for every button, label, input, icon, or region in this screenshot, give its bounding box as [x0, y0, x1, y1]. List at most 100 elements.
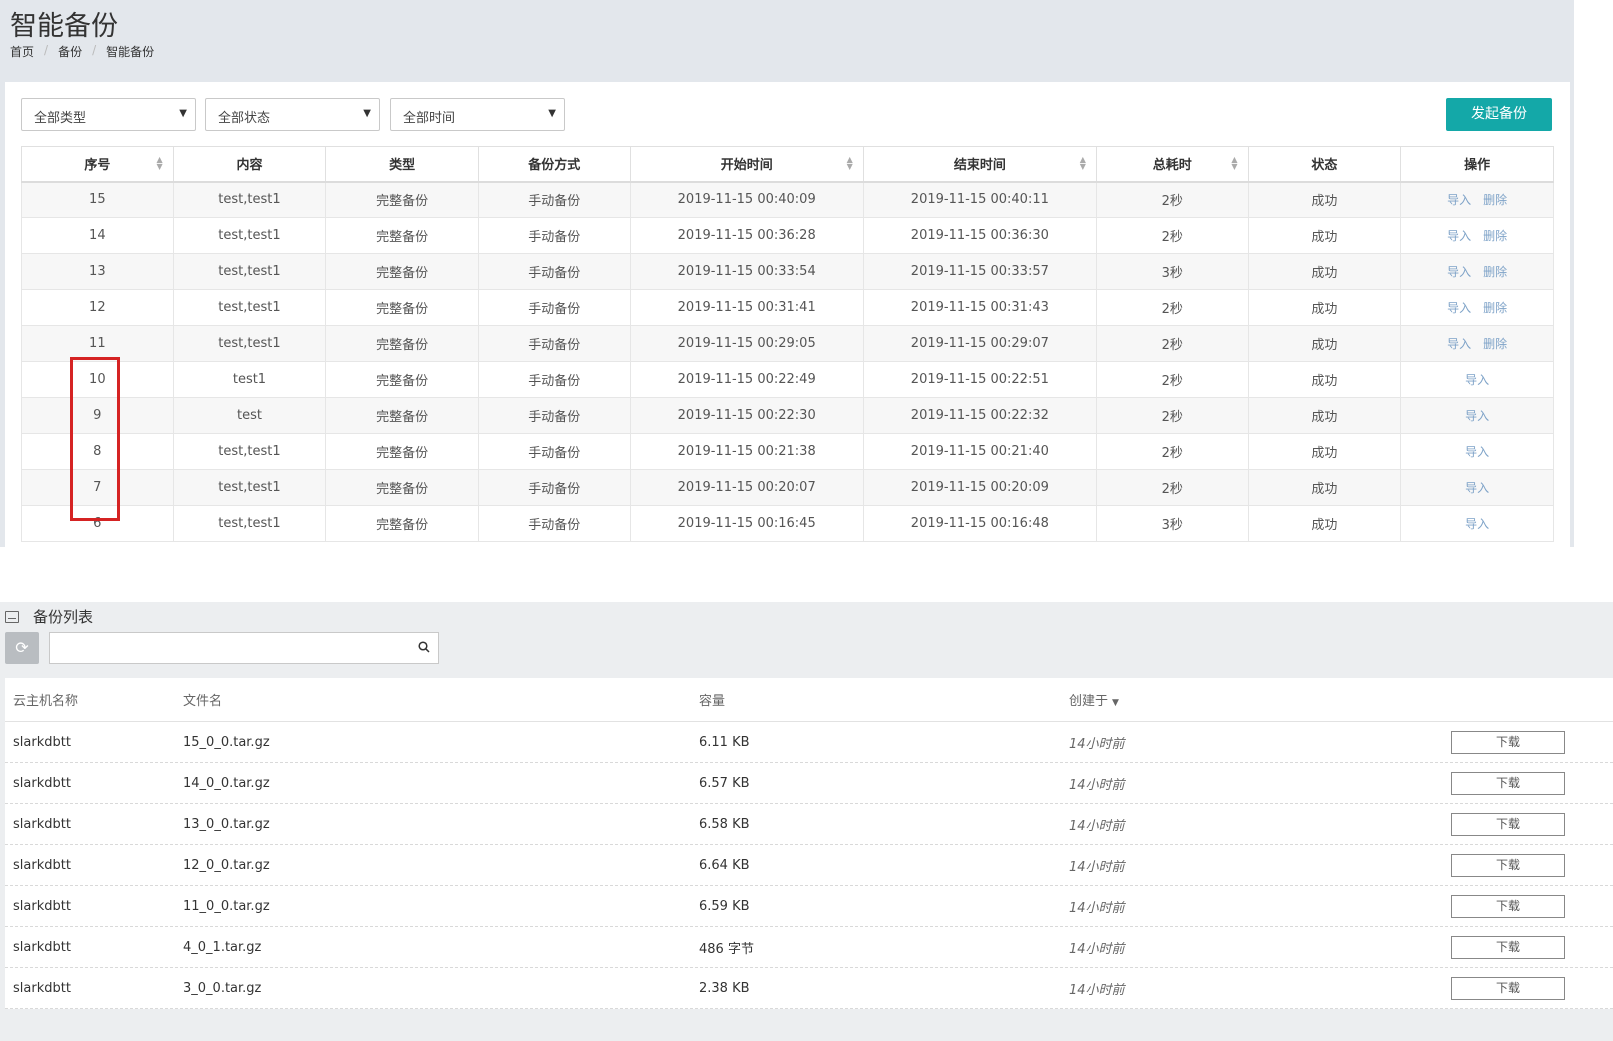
col-header-filename: 文件名	[183, 694, 223, 709]
row-type: 完整备份	[325, 181, 479, 218]
table-row: 14 test,test1 完整备份 手动备份 2019-11-15 00:36:28 2…	[21, 217, 1554, 254]
row-host: slarkdbtt	[13, 939, 71, 955]
table-row: 12 test,test1 完整备份 手动备份 2019-11-15 00:31:41 2…	[21, 289, 1554, 326]
download-button[interactable]: 下载	[1451, 771, 1565, 795]
col-header-start-time[interactable]: 开始时间 ▲ ▼	[629, 146, 864, 183]
download-button[interactable]: 下载	[1451, 812, 1565, 836]
time-filter-select[interactable]: 全部时间 ▼	[390, 98, 565, 131]
row-end-time: 2019-11-15 00:33:57	[862, 253, 1097, 290]
row-method: 手动备份	[477, 433, 631, 470]
import-link[interactable]: 导入	[1465, 445, 1489, 459]
import-link[interactable]: 导入	[1447, 301, 1471, 315]
row-status: 成功	[1247, 469, 1402, 506]
list-item: slarkdbtt 11_0_0.tar.gz 6.59 KB 14小时前 下载	[5, 886, 1613, 927]
row-method: 手动备份	[477, 217, 631, 254]
import-link[interactable]: 导入	[1447, 229, 1471, 243]
import-link[interactable]: 导入	[1465, 409, 1489, 423]
import-link[interactable]: 导入	[1447, 193, 1471, 207]
col-header-created[interactable]: 创建于 ▼	[1061, 690, 1451, 709]
row-actions: 导入	[1400, 397, 1554, 434]
breadcrumb-backup[interactable]: 备份	[58, 43, 82, 60]
row-start-time: 2019-11-15 00:31:41	[629, 289, 864, 326]
type-filter-value: 全部类型	[34, 111, 87, 126]
row-created: 14小时前	[1069, 982, 1125, 998]
row-content: test,test1	[172, 505, 327, 542]
inbox-icon	[5, 610, 19, 623]
row-filename: 11_0_0.tar.gz	[183, 898, 270, 914]
col-header-end-time[interactable]: 结束时间 ▲ ▼	[862, 146, 1097, 183]
col-header-size: 容量	[699, 694, 726, 709]
row-start-time: 2019-11-15 00:20:07	[629, 469, 864, 506]
import-link[interactable]: 导入	[1465, 373, 1489, 387]
row-type: 完整备份	[325, 433, 479, 470]
row-status: 成功	[1247, 217, 1402, 254]
row-id: 15	[21, 181, 174, 218]
row-size: 6.64 KB	[699, 857, 750, 873]
import-link[interactable]: 导入	[1465, 517, 1489, 531]
row-host: slarkdbtt	[13, 980, 71, 996]
import-link[interactable]: 导入	[1447, 265, 1471, 279]
row-method: 手动备份	[477, 505, 631, 542]
col-header-id[interactable]: 序号 ▲ ▼	[21, 146, 174, 183]
row-actions: 导入	[1400, 469, 1554, 506]
row-duration: 2秒	[1095, 325, 1249, 362]
type-filter-select[interactable]: 全部类型 ▼	[21, 98, 196, 131]
sort-icon[interactable]: ▲ ▼	[1080, 156, 1086, 171]
col-header-actions: 操作	[1400, 146, 1554, 183]
sort-icon[interactable]: ▲ ▼	[847, 156, 853, 171]
row-status: 成功	[1247, 289, 1402, 326]
list-header-row: 云主机名称 文件名 容量 创建于 ▼	[5, 678, 1613, 722]
row-start-time: 2019-11-15 00:22:30	[629, 397, 864, 434]
col-header-host: 云主机名称	[13, 694, 79, 709]
download-button[interactable]: 下载	[1451, 976, 1565, 1000]
search-icon[interactable]	[418, 641, 430, 653]
row-content: test,test1	[172, 469, 327, 506]
sort-icon[interactable]: ▲ ▼	[156, 156, 162, 171]
sort-icon[interactable]: ▲ ▼	[1231, 156, 1237, 171]
breadcrumb: 首页 / 备份 / 智能备份	[10, 43, 154, 60]
row-method: 手动备份	[477, 397, 631, 434]
row-id: 12	[21, 289, 174, 326]
row-method: 手动备份	[477, 289, 631, 326]
row-duration: 2秒	[1095, 469, 1249, 506]
row-actions: 导入 删除	[1400, 289, 1554, 326]
row-download-cell: 下载	[1451, 976, 1613, 1000]
col-header-content: 内容	[172, 146, 327, 183]
download-button[interactable]: 下载	[1451, 853, 1565, 877]
import-link[interactable]: 导入	[1447, 337, 1471, 351]
refresh-button[interactable]: ⟳	[5, 632, 39, 664]
row-status: 成功	[1247, 433, 1402, 470]
import-link[interactable]: 导入	[1465, 481, 1489, 495]
download-button[interactable]: 下载	[1451, 730, 1565, 754]
delete-link[interactable]: 删除	[1483, 229, 1507, 243]
row-actions: 导入	[1400, 361, 1554, 398]
row-content: test,test1	[172, 289, 327, 326]
list-item: slarkdbtt 3_0_0.tar.gz 2.38 KB 14小时前 下载	[5, 968, 1613, 1009]
col-header-duration[interactable]: 总耗时 ▲ ▼	[1095, 146, 1249, 183]
delete-link[interactable]: 删除	[1483, 337, 1507, 351]
download-button[interactable]: 下载	[1451, 894, 1565, 918]
row-status: 成功	[1247, 505, 1402, 542]
search-input[interactable]	[50, 633, 400, 663]
start-backup-button[interactable]: 发起备份	[1446, 98, 1552, 131]
delete-link[interactable]: 删除	[1483, 301, 1507, 315]
delete-link[interactable]: 删除	[1483, 193, 1507, 207]
list-item: slarkdbtt 4_0_1.tar.gz 486 字节 14小时前 下载	[5, 927, 1613, 968]
page-title: 智能备份	[10, 11, 118, 42]
caret-down-icon: ▼	[179, 108, 187, 119]
row-id: 11	[21, 325, 174, 362]
download-button[interactable]: 下载	[1451, 935, 1565, 959]
row-id: 7	[21, 469, 174, 506]
table-row: 15 test,test1 完整备份 手动备份 2019-11-15 00:40:09 2…	[21, 181, 1554, 218]
row-end-time: 2019-11-15 00:40:11	[862, 181, 1097, 218]
row-end-time: 2019-11-15 00:22:32	[862, 397, 1097, 434]
col-header-method: 备份方式	[477, 146, 631, 183]
breadcrumb-home[interactable]: 首页	[10, 43, 34, 60]
status-filter-select[interactable]: 全部状态 ▼	[205, 98, 380, 131]
table-row: 7 test,test1 完整备份 手动备份 2019-11-15 00:20:07 20…	[21, 469, 1554, 506]
backup-panel: 全部类型 ▼ 全部状态 ▼ 全部时间 ▼ 发起备份 序号 ▲ ▼ 内容 类型 备份方…	[5, 82, 1570, 547]
delete-link[interactable]: 删除	[1483, 265, 1507, 279]
row-size: 2.38 KB	[699, 980, 750, 996]
row-host: slarkdbtt	[13, 816, 71, 832]
row-download-cell: 下载	[1451, 853, 1613, 877]
